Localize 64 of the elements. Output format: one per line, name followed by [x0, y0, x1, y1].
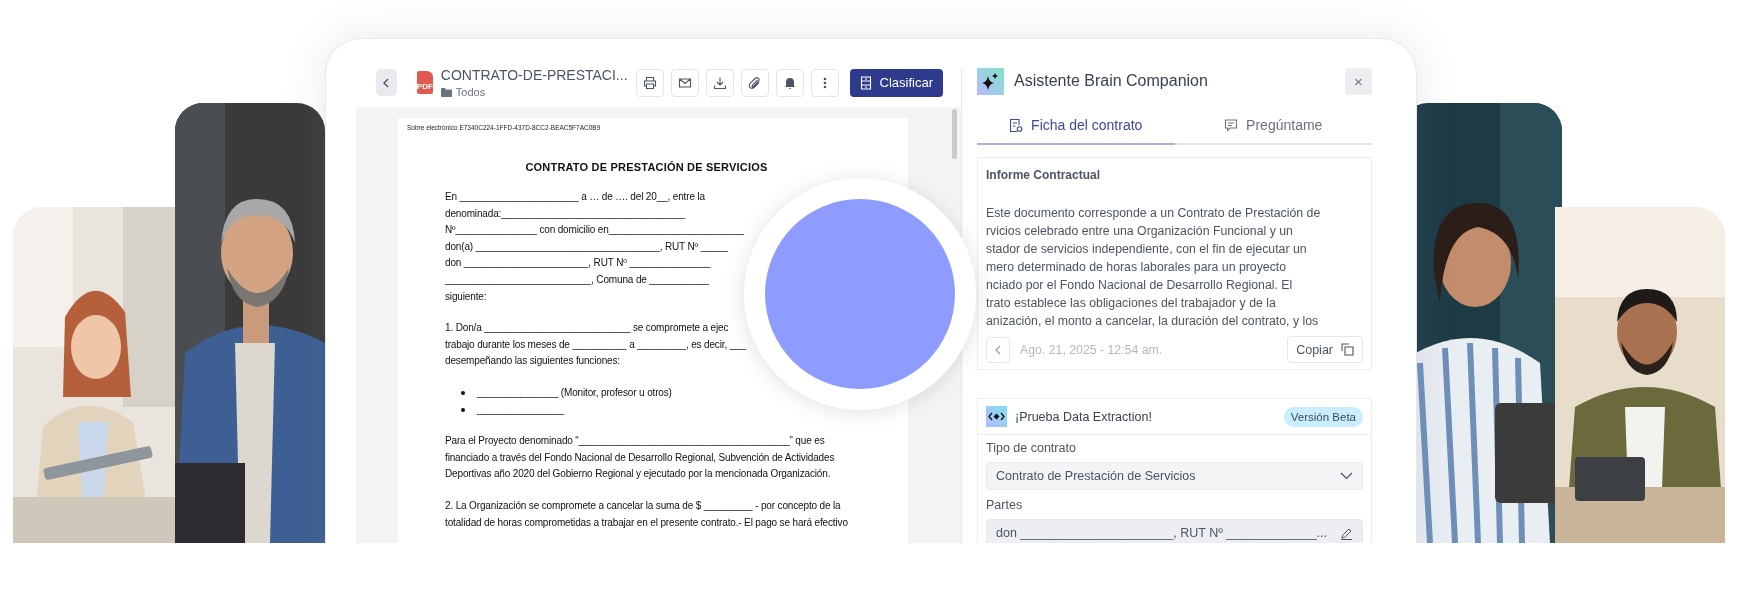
assistant-title: Asistente Brain Companion — [1014, 72, 1208, 90]
copy-button[interactable]: Copiar — [1287, 336, 1363, 363]
contract-type-select[interactable]: Contrato de Prestación de Servicios — [986, 462, 1363, 490]
chat-icon — [1224, 118, 1239, 132]
pdf-file-icon: PDF — [416, 71, 433, 94]
report-text-line: Este documento corresponde a un Contrato de Prestación de — [986, 205, 1322, 222]
tab[interactable]: Pregúntame — [1174, 113, 1372, 145]
document-text-line: 2. La Organización se compromete a cancelar la suma de $ _________ - por concepto de la — [445, 498, 842, 513]
document-text-line: desempeñando las siguientes funciones: — [445, 354, 621, 369]
report-text-line: mero determinado de horas laborales para un proyecto — [986, 259, 1288, 276]
sparkle-icon — [977, 67, 1004, 95]
document-text-line: 1. Don/a ___________________________ se compromete a ejec — [445, 321, 730, 336]
document-text-line: don(a) __________________________________, RUT Nº _____ — [445, 239, 729, 254]
document-gear-icon — [1009, 117, 1024, 133]
document-text-line: ________________ — [477, 402, 564, 417]
folder-label: Todos — [455, 86, 486, 98]
tab[interactable]: Ficha del contrato — [977, 113, 1175, 145]
document-title: CONTRATO-DE-PRESTACI... — [440, 67, 628, 83]
bullet-icon — [461, 407, 465, 412]
chevron-left-icon — [993, 343, 1003, 356]
copy-icon — [1341, 343, 1354, 356]
document-text-line: totalidad de horas comprometidas a trabajar en el presente contrato.- El pago se hará efectivo — [445, 515, 849, 530]
field-label: Partes — [986, 498, 1024, 512]
document-text-line: ___________________________, Comuna de ___________ — [445, 272, 710, 287]
print-button[interactable] — [635, 68, 664, 97]
cabinet-icon — [859, 75, 872, 90]
bullet-icon — [461, 391, 465, 396]
attach-button[interactable] — [740, 68, 769, 97]
report-text-line: rvicios celebrado entre una Organización Funcional y un — [986, 223, 1294, 240]
document-text-line: Deportivas año 2020 del Gobierno Regional y ejecutado por la mencionada Organización. — [445, 467, 832, 482]
report-text-line: anización, el monto a cancelar, la duración del contrato, y los — [986, 313, 1320, 330]
report-text-line: trato establece las obligaciones del trabajador y de la — [986, 295, 1277, 312]
document-heading: CONTRATO DE PRESTACIÓN DE SERVICIOS — [524, 161, 769, 173]
email-button[interactable] — [670, 68, 699, 97]
paperclip-icon — [747, 75, 762, 90]
document-text-line: Nº_______________ con domicilio en_________________________ — [445, 223, 745, 238]
download-button[interactable] — [705, 68, 734, 97]
document-text-line: _______________ (Monitor, profesor u otros) — [477, 385, 672, 400]
pencil-icon — [1340, 526, 1353, 540]
chevron-down-icon — [1340, 472, 1353, 480]
extraction-title: ¡Prueba Data Extraction! — [1015, 409, 1152, 424]
envelope-icon — [677, 75, 692, 90]
report-text-line: stador de servicios independiente, con el fin de ejecutar un — [986, 241, 1308, 258]
document-text-line: En ______________________ a … de …. del 20__, entre la — [445, 190, 706, 204]
document-text-line: financiado a través del Fondo Nacional de Desarrollo Regional, Subvención de Actividades — [445, 450, 836, 465]
notifications-button[interactable] — [775, 68, 804, 97]
report-title: Informe Contractual — [986, 168, 1101, 182]
field-label: Tipo de contrato — [986, 441, 1077, 455]
document-text-line: don _______________________, RUT Nº _______________ — [445, 256, 712, 271]
download-icon — [712, 75, 727, 90]
document-text-line: siguiente: — [445, 289, 488, 304]
printer-icon — [642, 75, 657, 90]
scrollbar[interactable] — [952, 109, 957, 159]
beta-badge: Versión Beta — [1283, 406, 1363, 427]
report-text-line: nciado por el Fondo Nacional de Desarrollo Regional. El — [986, 277, 1294, 294]
more-vertical-icon — [822, 75, 827, 90]
document-text-line: Para el Proyecto denominado “_______________________________________” que es — [445, 434, 826, 449]
document-text-line: denominada:__________________________________ — [445, 206, 687, 221]
parties-field[interactable]: don ______________________, RUT Nº _____________... — [986, 519, 1363, 543]
classify-button[interactable]: Clasificar — [849, 68, 943, 97]
timestamp: Ago. 21, 2025 - 12:54 am. — [1020, 342, 1163, 357]
close-button[interactable]: × — [1345, 67, 1372, 95]
document-text-line: trabajo durante los meses de __________ a _________, es decir, ___ — [445, 337, 747, 352]
folder-icon — [440, 87, 452, 97]
